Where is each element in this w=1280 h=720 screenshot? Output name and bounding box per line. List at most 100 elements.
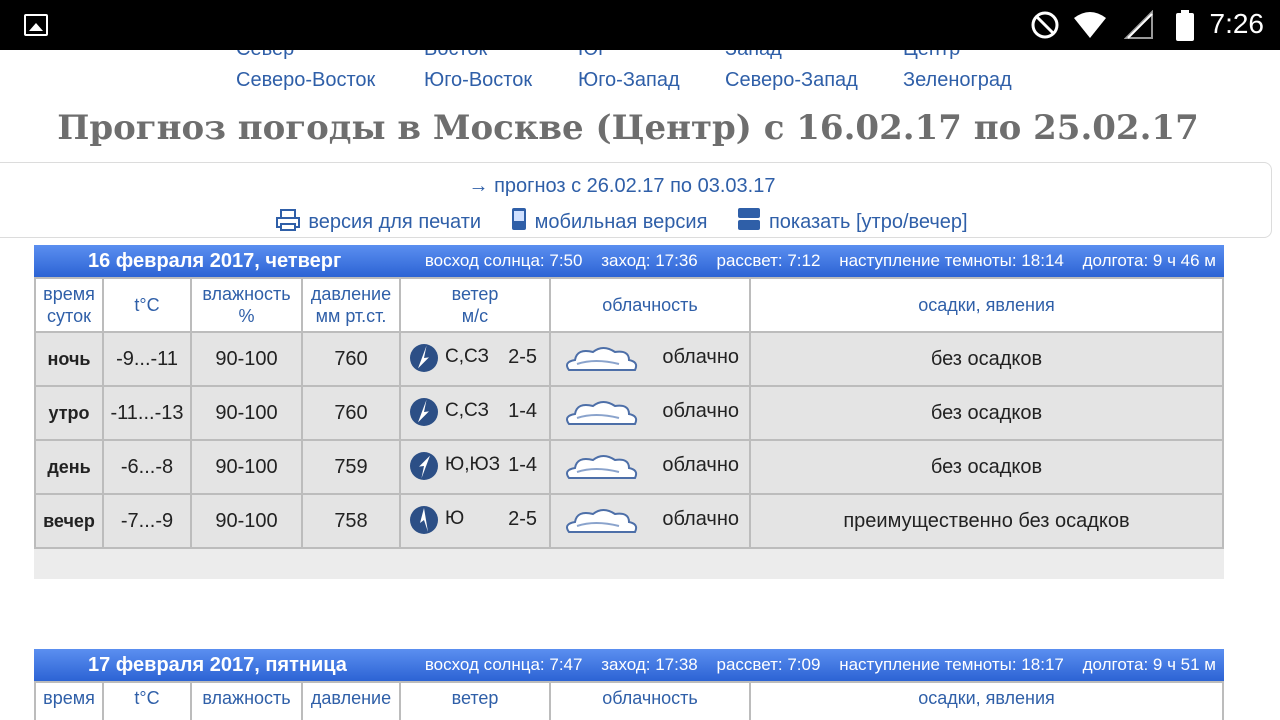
signal-icon — [1124, 10, 1153, 39]
wind: С,СЗ 2-5 — [401, 333, 549, 385]
header-precip: осадки, явления — [751, 683, 1222, 720]
header-temp: t°C — [104, 683, 190, 720]
wind: С,СЗ 1-4 — [401, 387, 549, 439]
precipitation: без осадков — [751, 387, 1222, 439]
day-date: 16 февраля 2017, четверг — [88, 250, 342, 272]
header-humidity: влажность — [192, 683, 301, 720]
dawn: рассвет: 7:12 — [716, 251, 821, 270]
district-link-southeast[interactable]: Юго-Восток — [424, 69, 532, 92]
time-of-day: утро — [36, 387, 102, 439]
temperature: -7...-9 — [104, 495, 190, 547]
gallery-icon — [24, 14, 48, 36]
humidity: 90-100 — [192, 441, 301, 493]
wind-direction-icon — [410, 344, 438, 372]
print-version-link[interactable]: версия для печати — [276, 209, 486, 233]
sun-info: восход солнца: 7:47 заход: 17:38 рассвет… — [411, 655, 1216, 675]
rows-icon — [737, 208, 760, 230]
wind: Ю 2-5 — [401, 495, 549, 547]
header-pressure: давление мм рт.ст. — [303, 279, 399, 331]
day-forecast-block: 17 февраля 2017, пятница восход солнца: … — [34, 649, 1224, 720]
forecast-table: время суток t°C влажность% давление мм рт.… — [34, 277, 1224, 549]
header-cloud: облачность — [551, 683, 749, 720]
cloud-text: облачно — [662, 454, 739, 476]
cloudiness: облачно — [551, 441, 749, 493]
mobile-version-link[interactable]: мобильная версия — [511, 208, 713, 233]
page-content: Север Восток Юг Запад Центр Северо-Восто… — [0, 50, 1280, 720]
wind-direction-icon — [410, 506, 438, 534]
pressure: 758 — [303, 495, 399, 547]
district-link-east[interactable]: Восток — [424, 50, 487, 61]
time-of-day: ночь — [36, 333, 102, 385]
wind-speed: 2-5 — [508, 508, 537, 530]
wind-speed: 1-4 — [508, 454, 537, 476]
cloud-text: облачно — [662, 400, 739, 422]
wind-direction: Ю — [445, 508, 465, 529]
time-of-day: день — [36, 441, 102, 493]
show-morning-evening-link[interactable]: показать [утро/вечер] — [737, 208, 968, 233]
pressure: 760 — [303, 333, 399, 385]
temperature: -11...-13 — [104, 387, 190, 439]
table-row: вечер -7...-9 90-100 758 Ю 2-5 облачно п… — [36, 495, 1222, 547]
wind-direction-icon — [410, 452, 438, 480]
wind: Ю,ЮЗ 1-4 — [401, 441, 549, 493]
cloud-icon — [566, 509, 638, 533]
wind-direction-icon — [410, 398, 438, 426]
clock: 7:26 — [1209, 8, 1265, 39]
forecast-table: время t°C влажность давление ветер облач… — [34, 681, 1224, 720]
wind-direction: Ю,ЮЗ — [445, 454, 501, 475]
header-time: время суток — [36, 279, 102, 331]
header-time: время — [36, 683, 102, 720]
district-link-southwest[interactable]: Юго-Запад — [578, 69, 680, 92]
temperature: -6...-8 — [104, 441, 190, 493]
district-link-west[interactable]: Запад — [725, 50, 782, 61]
header-pressure: давление — [303, 683, 399, 720]
day-length: долгота: 9 ч 51 м — [1082, 655, 1216, 674]
district-link-northeast[interactable]: Северо-Восток — [236, 69, 375, 92]
wind-speed: 1-4 — [508, 400, 537, 422]
district-link-zelenograd[interactable]: Зеленоград — [903, 69, 1012, 92]
humidity: 90-100 — [192, 333, 301, 385]
mobile-phone-icon — [511, 208, 526, 230]
district-link-north[interactable]: Север — [236, 50, 294, 61]
temperature: -9...-11 — [104, 333, 190, 385]
battery-icon — [1176, 10, 1194, 41]
sunset: заход: 17:38 — [601, 655, 698, 674]
next-forecast-link[interactable]: → прогноз с 26.02.17 по 03.03.17 — [0, 175, 1253, 198]
day-header: 16 февраля 2017, четверг восход солнца: … — [34, 245, 1224, 277]
darkness: наступление темноты: 18:17 — [839, 655, 1064, 674]
wind-direction: С,СЗ — [445, 346, 489, 367]
status-bar: 7:26 — [0, 0, 1280, 50]
table-row: день -6...-8 90-100 759 Ю,ЮЗ 1-4 облачно… — [36, 441, 1222, 493]
district-link-south[interactable]: Юг — [578, 50, 606, 61]
wifi-icon — [1074, 12, 1106, 38]
cloudiness: облачно — [551, 387, 749, 439]
precipitation: без осадков — [751, 333, 1222, 385]
table-row: ночь -9...-11 90-100 760 С,СЗ 2-5 облачн… — [36, 333, 1222, 385]
pressure: 760 — [303, 387, 399, 439]
precipitation: преимущественно без осадков — [751, 495, 1222, 547]
wind-speed: 2-5 — [508, 346, 537, 368]
table-row: утро -11...-13 90-100 760 С,СЗ 1-4 облач… — [36, 387, 1222, 439]
header-temp: t°C — [104, 279, 190, 331]
time-of-day: вечер — [36, 495, 102, 547]
pressure: 759 — [303, 441, 399, 493]
cloudiness: облачно — [551, 333, 749, 385]
precipitation: без осадков — [751, 441, 1222, 493]
sunrise: восход солнца: 7:47 — [424, 655, 583, 674]
printer-icon — [276, 209, 301, 231]
table-footer — [34, 549, 1224, 579]
wind-direction: С,СЗ — [445, 400, 489, 421]
cloud-text: облачно — [662, 346, 739, 368]
day-length: долгота: 9 ч 46 м — [1082, 251, 1216, 270]
district-link-northwest[interactable]: Северо-Запад — [725, 69, 858, 92]
page-title: Прогноз погоды в Москве (Центр) с 16.02.… — [57, 108, 1199, 148]
header-wind: ветер — [401, 683, 549, 720]
do-not-disturb-icon — [1031, 11, 1059, 39]
cloud-icon — [566, 347, 638, 371]
info-box: → прогноз с 26.02.17 по 03.03.17 версия … — [0, 162, 1272, 238]
district-link-center[interactable]: Центр — [903, 50, 960, 61]
table-header-row: время t°C влажность давление ветер облач… — [36, 683, 1222, 720]
header-cloud: облачность — [551, 279, 749, 331]
cloud-text: облачно — [662, 508, 739, 530]
humidity: 90-100 — [192, 387, 301, 439]
